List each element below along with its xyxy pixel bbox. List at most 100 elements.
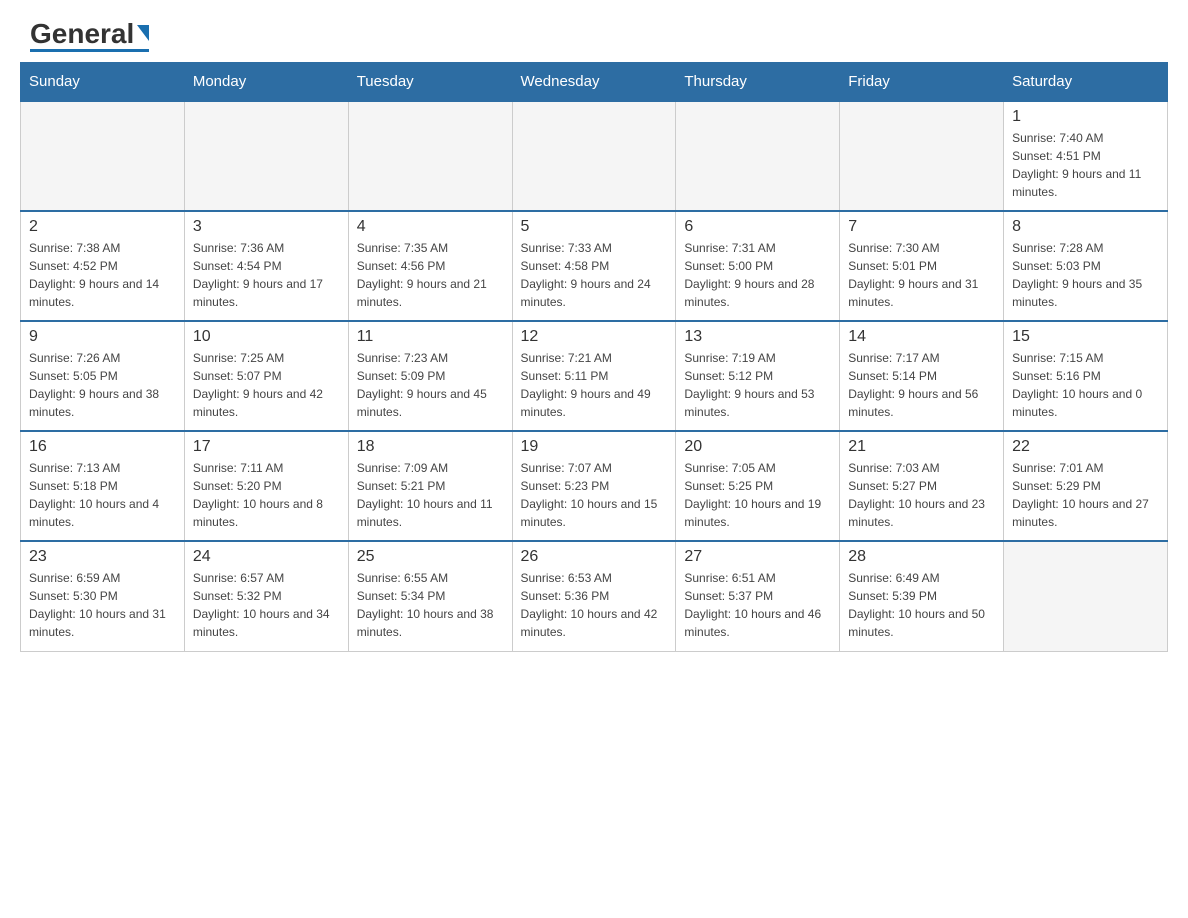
calendar-cell [348,101,512,211]
day-number: 23 [29,548,176,566]
day-number: 7 [848,218,995,236]
day-number: 18 [357,438,504,456]
day-number: 2 [29,218,176,236]
weekday-header-friday: Friday [840,63,1004,102]
weekday-header-row: SundayMondayTuesdayWednesdayThursdayFrid… [21,63,1168,102]
day-info: Sunrise: 7:30 AMSunset: 5:01 PMDaylight:… [848,239,995,311]
calendar-cell [184,101,348,211]
day-info: Sunrise: 7:31 AMSunset: 5:00 PMDaylight:… [684,239,831,311]
day-info: Sunrise: 6:59 AMSunset: 5:30 PMDaylight:… [29,569,176,641]
weekday-header-sunday: Sunday [21,63,185,102]
day-number: 28 [848,548,995,566]
day-number: 1 [1012,108,1159,126]
calendar-cell: 16 Sunrise: 7:13 AMSunset: 5:18 PMDayligh… [21,431,185,541]
day-info: Sunrise: 7:36 AMSunset: 4:54 PMDaylight:… [193,239,340,311]
day-number: 9 [29,328,176,346]
calendar-cell: 3 Sunrise: 7:36 AMSunset: 4:54 PMDaylight… [184,211,348,321]
calendar-cell: 20Sunrise: 7:05 AMSunset: 5:25 PMDayligh… [676,431,840,541]
day-info: Sunrise: 7:28 AMSunset: 5:03 PMDaylight:… [1012,239,1159,311]
day-number: 8 [1012,218,1159,236]
calendar-cell: 21 Sunrise: 7:03 AMSunset: 5:27 PMDayligh… [840,431,1004,541]
day-info: Sunrise: 7:35 AMSunset: 4:56 PMDaylight:… [357,239,504,311]
calendar-cell [21,101,185,211]
week-row-1: 1 Sunrise: 7:40 AMSunset: 4:51 PMDaylight… [21,101,1168,211]
day-number: 25 [357,548,504,566]
day-number: 5 [521,218,668,236]
calendar-cell: 10 Sunrise: 7:25 AMSunset: 5:07 PMDayligh… [184,321,348,431]
calendar-cell: 22 Sunrise: 7:01 AMSunset: 5:29 PMDayligh… [1004,431,1168,541]
calendar-cell: 11 Sunrise: 7:23 AMSunset: 5:09 PMDayligh… [348,321,512,431]
day-info: Sunrise: 7:23 AMSunset: 5:09 PMDaylight:… [357,349,504,421]
weekday-header-saturday: Saturday [1004,63,1168,102]
calendar-cell: 9 Sunrise: 7:26 AMSunset: 5:05 PMDaylight… [21,321,185,431]
calendar-cell: 15 Sunrise: 7:15 AMSunset: 5:16 PMDayligh… [1004,321,1168,431]
day-info: Sunrise: 6:53 AMSunset: 5:36 PMDaylight:… [521,569,668,641]
day-info: Sunrise: 7:09 AMSunset: 5:21 PMDaylight:… [357,459,504,531]
weekday-header-wednesday: Wednesday [512,63,676,102]
day-number: 10 [193,328,340,346]
day-number: 21 [848,438,995,456]
weekday-header-tuesday: Tuesday [348,63,512,102]
day-info: Sunrise: 7:40 AMSunset: 4:51 PMDaylight:… [1012,129,1159,201]
day-number: 3 [193,218,340,236]
calendar-cell: 27 Sunrise: 6:51 AMSunset: 5:37 PMDayligh… [676,541,840,651]
day-info: Sunrise: 7:26 AMSunset: 5:05 PMDaylight:… [29,349,176,421]
calendar-cell: 24 Sunrise: 6:57 AMSunset: 5:32 PMDayligh… [184,541,348,651]
day-info: Sunrise: 6:49 AMSunset: 5:39 PMDaylight:… [848,569,995,641]
week-row-5: 23 Sunrise: 6:59 AMSunset: 5:30 PMDayligh… [21,541,1168,651]
day-info: Sunrise: 7:15 AMSunset: 5:16 PMDaylight:… [1012,349,1159,421]
calendar-cell: 8 Sunrise: 7:28 AMSunset: 5:03 PMDaylight… [1004,211,1168,321]
day-info: Sunrise: 7:03 AMSunset: 5:27 PMDaylight:… [848,459,995,531]
logo-general: General [30,20,134,48]
day-info: Sunrise: 7:17 AMSunset: 5:14 PMDaylight:… [848,349,995,421]
calendar-cell [840,101,1004,211]
day-info: Sunrise: 7:19 AMSunset: 5:12 PMDaylight:… [684,349,831,421]
day-number: 11 [357,328,504,346]
day-number: 24 [193,548,340,566]
calendar-cell: 19Sunrise: 7:07 AMSunset: 5:23 PMDayligh… [512,431,676,541]
week-row-3: 9 Sunrise: 7:26 AMSunset: 5:05 PMDaylight… [21,321,1168,431]
day-number: 26 [521,548,668,566]
day-info: Sunrise: 7:33 AMSunset: 4:58 PMDaylight:… [521,239,668,311]
calendar-cell: 2 Sunrise: 7:38 AMSunset: 4:52 PMDaylight… [21,211,185,321]
day-number: 16 [29,438,176,456]
day-number: 12 [521,328,668,346]
week-row-4: 16 Sunrise: 7:13 AMSunset: 5:18 PMDayligh… [21,431,1168,541]
day-info: Sunrise: 6:57 AMSunset: 5:32 PMDaylight:… [193,569,340,641]
day-info: Sunrise: 7:13 AMSunset: 5:18 PMDaylight:… [29,459,176,531]
day-number: 14 [848,328,995,346]
calendar-cell: 4 Sunrise: 7:35 AMSunset: 4:56 PMDaylight… [348,211,512,321]
day-number: 20 [684,438,831,456]
day-info: Sunrise: 6:51 AMSunset: 5:37 PMDaylight:… [684,569,831,641]
day-info: Sunrise: 7:38 AMSunset: 4:52 PMDaylight:… [29,239,176,311]
day-number: 15 [1012,328,1159,346]
day-info: Sunrise: 7:01 AMSunset: 5:29 PMDaylight:… [1012,459,1159,531]
day-info: Sunrise: 7:07 AMSunset: 5:23 PMDaylight:… [521,459,668,531]
calendar-cell: 25 Sunrise: 6:55 AMSunset: 5:34 PMDayligh… [348,541,512,651]
calendar-cell: 17Sunrise: 7:11 AMSunset: 5:20 PMDayligh… [184,431,348,541]
calendar-cell [512,101,676,211]
logo: General [30,20,149,52]
page-header: General [0,0,1188,62]
day-info: Sunrise: 7:21 AMSunset: 5:11 PMDaylight:… [521,349,668,421]
calendar-cell: 18 Sunrise: 7:09 AMSunset: 5:21 PMDayligh… [348,431,512,541]
day-info: Sunrise: 6:55 AMSunset: 5:34 PMDaylight:… [357,569,504,641]
calendar-cell: 7 Sunrise: 7:30 AMSunset: 5:01 PMDaylight… [840,211,1004,321]
day-number: 27 [684,548,831,566]
week-row-2: 2 Sunrise: 7:38 AMSunset: 4:52 PMDaylight… [21,211,1168,321]
weekday-header-thursday: Thursday [676,63,840,102]
calendar-cell: 14 Sunrise: 7:17 AMSunset: 5:14 PMDayligh… [840,321,1004,431]
calendar-cell: 5 Sunrise: 7:33 AMSunset: 4:58 PMDaylight… [512,211,676,321]
day-number: 22 [1012,438,1159,456]
calendar-cell [1004,541,1168,651]
calendar-cell: 28 Sunrise: 6:49 AMSunset: 5:39 PMDayligh… [840,541,1004,651]
logo-underline [30,49,149,52]
calendar-cell: 6 Sunrise: 7:31 AMSunset: 5:00 PMDaylight… [676,211,840,321]
day-info: Sunrise: 7:25 AMSunset: 5:07 PMDaylight:… [193,349,340,421]
day-number: 6 [684,218,831,236]
day-number: 4 [357,218,504,236]
weekday-header-monday: Monday [184,63,348,102]
day-info: Sunrise: 7:11 AMSunset: 5:20 PMDaylight:… [193,459,340,531]
calendar-cell: 1 Sunrise: 7:40 AMSunset: 4:51 PMDaylight… [1004,101,1168,211]
calendar-cell: 12 Sunrise: 7:21 AMSunset: 5:11 PMDayligh… [512,321,676,431]
